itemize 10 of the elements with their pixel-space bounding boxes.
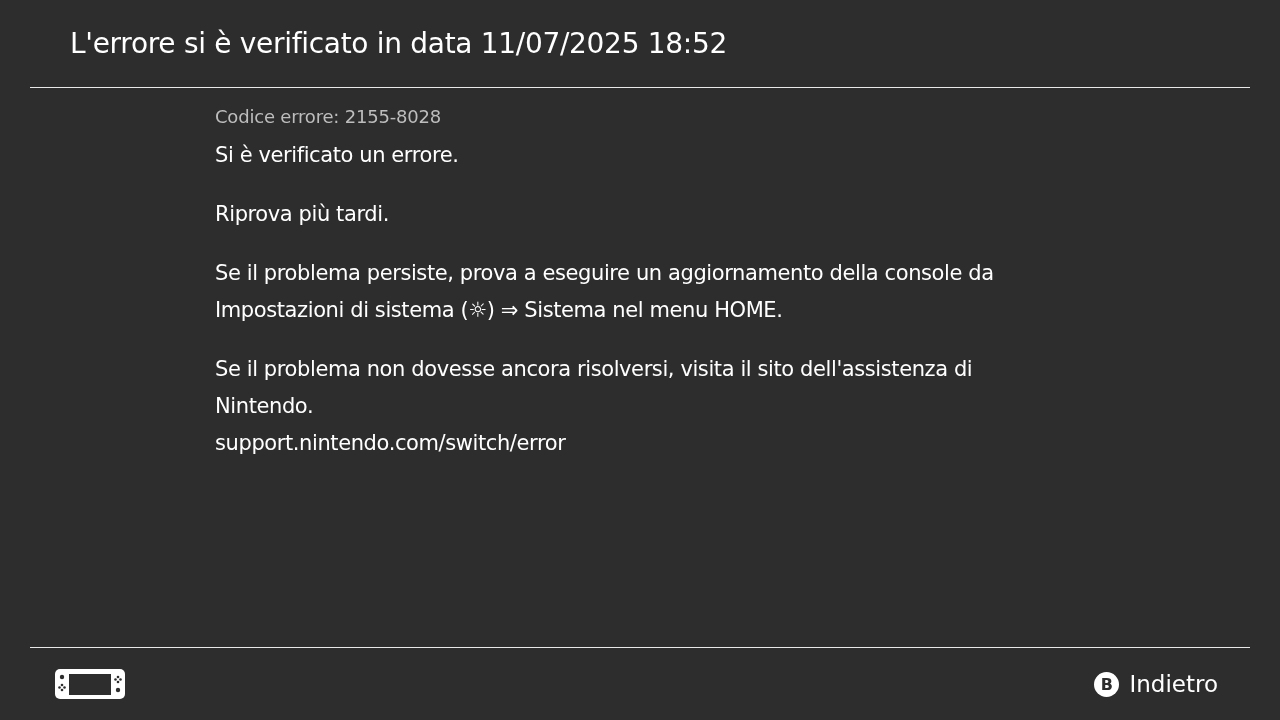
message-text: Si è verificato un errore. [215, 142, 460, 169]
page-title: L'errore si è verificato in data 11/07/2025 18:52 [70, 27, 727, 60]
back-button[interactable]: B Indietro [1094, 671, 1218, 697]
message-text: Riprova più tardi. [215, 201, 390, 228]
handheld-console-icon [55, 668, 125, 700]
message-text: support.nintendo.com/switch/error [215, 430, 567, 457]
message-text: Se il problema persiste, prova a eseguire un aggiornamento della console da Impostazioni di sistema (☼) ⇒ Sistema nel menu HOME. [215, 260, 995, 324]
message-text: Se il problema non dovesse ancora risolversi, visita il sito dell'assistenza di Nintendo. [215, 356, 974, 420]
error-code: Codice errore: 2155-8028 [215, 106, 443, 127]
b-button-icon: B [1094, 671, 1120, 697]
